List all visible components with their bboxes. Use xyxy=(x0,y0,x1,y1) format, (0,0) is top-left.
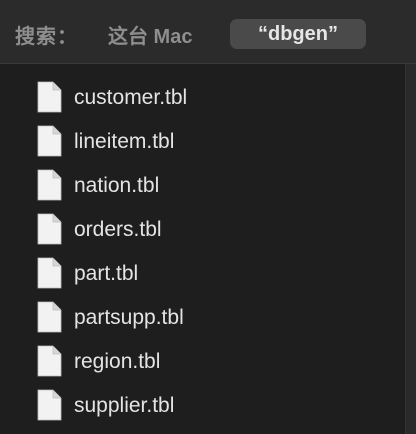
file-row[interactable]: part.tbl xyxy=(0,252,405,296)
scope-this-mac-button[interactable]: 这台 Mac xyxy=(108,20,192,49)
file-name: nation.tbl xyxy=(74,174,160,197)
file-name: part.tbl xyxy=(74,262,139,285)
file-name: partsupp.tbl xyxy=(74,306,184,329)
finder-search-window: 搜索： 这台 Mac “dbgen” customer.tbl lineitem… xyxy=(0,0,416,434)
document-icon xyxy=(37,125,62,157)
file-row[interactable]: nation.tbl xyxy=(0,164,405,208)
search-label: 搜索： xyxy=(15,26,78,48)
vertical-scrollbar[interactable] xyxy=(405,64,416,434)
document-icon xyxy=(37,257,62,289)
file-name: lineitem.tbl xyxy=(74,130,175,153)
file-row[interactable]: supplier.tbl xyxy=(0,384,405,428)
document-icon xyxy=(37,213,62,245)
search-results-list: customer.tbl lineitem.tbl nation.tbl ord… xyxy=(0,76,405,428)
search-scope-bar: 搜索： 这台 Mac “dbgen” xyxy=(0,0,416,64)
file-name: customer.tbl xyxy=(74,86,188,109)
file-name: region.tbl xyxy=(74,350,161,373)
file-row[interactable]: customer.tbl xyxy=(0,76,405,120)
file-row[interactable]: region.tbl xyxy=(0,340,405,384)
document-icon xyxy=(37,389,62,421)
document-icon xyxy=(37,81,62,113)
file-row[interactable]: partsupp.tbl xyxy=(0,296,405,340)
file-name: supplier.tbl xyxy=(74,394,175,417)
document-icon xyxy=(37,169,62,201)
file-row[interactable]: lineitem.tbl xyxy=(0,120,405,164)
file-row[interactable]: orders.tbl xyxy=(0,208,405,252)
file-name: orders.tbl xyxy=(74,218,162,241)
scope-dbgen-folder-button[interactable]: “dbgen” xyxy=(230,19,366,49)
document-icon xyxy=(37,301,62,333)
document-icon xyxy=(37,345,62,377)
